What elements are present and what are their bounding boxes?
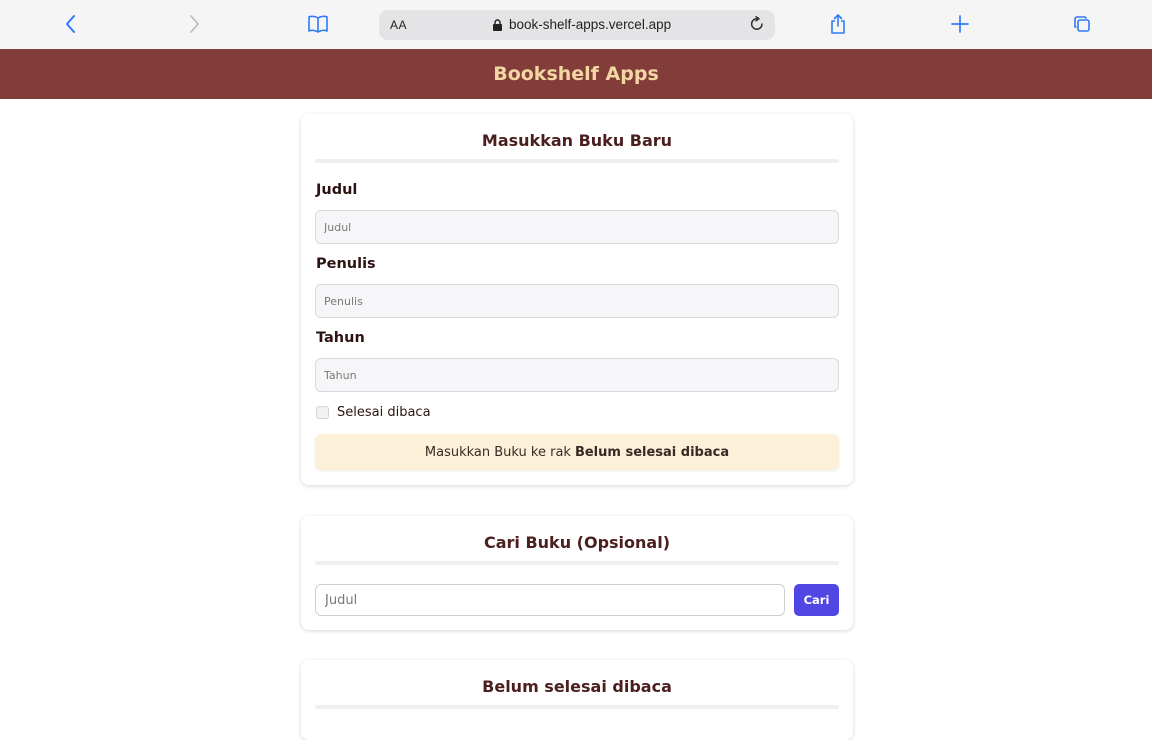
search-title: Cari Buku (Opsional) [483,533,671,552]
unread-shelf-card: Belum selesai dibaca [301,660,853,740]
add-book-button[interactable]: Masukkan Buku ke rak Belum selesai dibac… [315,434,839,470]
add-book-button-prefix: Masukkan Buku ke rak [424,444,571,460]
section-divider [315,705,839,709]
finished-reading-row[interactable]: Selesai dibaca [316,405,431,420]
finished-reading-checkbox[interactable] [316,406,329,419]
url-text: book-shelf-apps.vercel.app [509,17,672,32]
author-label: Penulis [316,256,376,272]
author-input[interactable] [315,284,839,318]
section-divider [315,159,839,163]
search-button[interactable]: Cari [794,584,839,616]
lock-icon [493,18,502,31]
address-bar[interactable]: AA book-shelf-apps.vercel.app [379,10,775,40]
add-book-card: Masukkan Buku Baru Judul Penulis Tahun S… [301,114,853,485]
year-input[interactable] [315,358,839,392]
search-input[interactable] [315,584,785,616]
share-icon[interactable] [824,10,852,38]
reload-icon[interactable] [748,15,766,33]
browser-toolbar: AA book-shelf-apps.vercel.app [0,0,1152,49]
section-divider [315,561,839,565]
unread-shelf-title: Belum selesai dibaca [482,677,672,696]
search-card: Cari Buku (Opsional) Cari [301,516,853,630]
new-tab-icon[interactable] [946,10,974,38]
text-size-button[interactable]: AA [390,18,407,32]
title-label: Judul [316,182,358,198]
add-book-button-target: Belum selesai dibaca [574,444,730,460]
forward-icon[interactable] [180,10,208,38]
app-title: Bookshelf Apps [493,63,659,85]
bookmarks-icon[interactable] [304,10,332,38]
year-label: Tahun [316,330,365,346]
add-book-title: Masukkan Buku Baru [481,131,673,150]
back-icon[interactable] [57,10,85,38]
finished-reading-label[interactable]: Selesai dibaca [337,405,431,420]
tabs-icon[interactable] [1068,10,1096,38]
url-display[interactable]: book-shelf-apps.vercel.app [492,17,671,32]
title-input[interactable] [315,210,839,244]
app-header: Bookshelf Apps [0,49,1152,99]
